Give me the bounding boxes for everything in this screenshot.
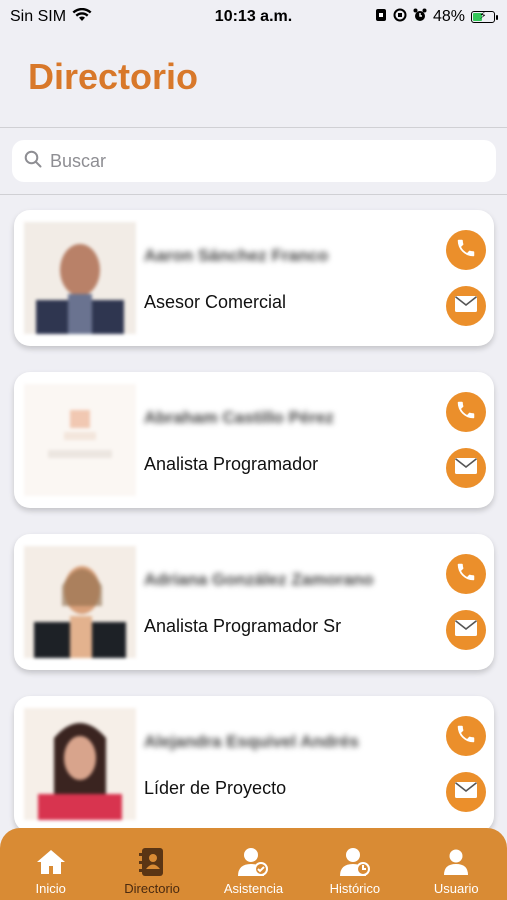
tab-label: Histórico: [329, 881, 381, 896]
battery-icon: ⚡: [471, 10, 498, 23]
contact-role: Analista Programador Sr: [144, 616, 342, 636]
mail-icon: [454, 295, 478, 318]
tab-bar: Inicio Directorio Asistencia Histórico U…: [0, 828, 507, 900]
contacts-book-icon: [139, 845, 165, 879]
contact-card[interactable]: Alejandra Esquivel Andrés Líder de Proye…: [14, 696, 494, 832]
email-button[interactable]: [446, 286, 486, 326]
call-button[interactable]: [446, 554, 486, 594]
phone-icon: [455, 561, 477, 588]
home-icon: [36, 845, 66, 879]
header: Directorio: [0, 34, 507, 128]
call-button[interactable]: [446, 392, 486, 432]
mail-icon: [454, 619, 478, 642]
status-right: 48% ⚡: [375, 8, 498, 27]
email-button[interactable]: [446, 772, 486, 812]
contact-role: Asesor Comercial: [144, 292, 287, 312]
contact-card[interactable]: Adriana González Zamorano Analista Progr…: [14, 534, 494, 670]
phone-icon: [455, 237, 477, 264]
status-bar: Sin SIM 10:13 a.m. 48% ⚡: [0, 0, 507, 34]
contact-name: Alejandra Esquivel Andrés: [144, 732, 359, 751]
contact-name: Aaron Sánchez Franco: [144, 246, 329, 265]
avatar: [24, 384, 136, 496]
phone-icon: [455, 723, 477, 750]
tab-label: Asistencia: [223, 881, 284, 896]
avatar: [24, 708, 136, 820]
email-button[interactable]: [446, 448, 486, 488]
search-input[interactable]: [50, 150, 470, 172]
email-button[interactable]: [446, 610, 486, 650]
tab-usuario[interactable]: Usuario: [406, 845, 506, 896]
status-left: Sin SIM: [10, 7, 92, 27]
contact-card[interactable]: Aaron Sánchez Franco Asesor Comercial: [14, 210, 494, 346]
contact-card[interactable]: Abraham Castillo Pérez Analista Programa…: [14, 372, 494, 508]
tab-label: Usuario: [433, 881, 479, 896]
portrait-lock-icon: [375, 8, 387, 27]
mail-icon: [454, 457, 478, 480]
tab-inicio[interactable]: Inicio: [1, 845, 101, 896]
orientation-lock-icon: [393, 8, 407, 27]
search-box[interactable]: [12, 140, 496, 182]
contact-name: Abraham Castillo Pérez: [144, 408, 334, 427]
user-check-icon: [237, 845, 269, 879]
mail-icon: [454, 781, 478, 804]
battery-percent: 48%: [432, 8, 465, 25]
tab-label: Inicio: [35, 881, 66, 896]
search-icon: [24, 150, 42, 173]
carrier-label: Sin SIM: [10, 8, 67, 25]
search-bar: [0, 128, 507, 195]
avatar: [24, 546, 136, 658]
page-title: Directorio: [28, 56, 199, 97]
tab-label: Directorio: [124, 881, 180, 896]
call-button[interactable]: [446, 230, 486, 270]
phone-icon: [455, 399, 477, 426]
avatar: [24, 222, 136, 334]
tab-historico[interactable]: Histórico: [305, 845, 405, 896]
contact-name: Adriana González Zamorano: [144, 570, 374, 589]
user-history-icon: [339, 845, 371, 879]
tab-directorio[interactable]: Directorio: [102, 845, 202, 896]
call-button[interactable]: [446, 716, 486, 756]
user-icon: [443, 845, 469, 879]
contact-role: Analista Programador: [144, 454, 319, 474]
tab-asistencia[interactable]: Asistencia: [203, 845, 303, 896]
alarm-icon: [413, 8, 427, 27]
wifi-icon: [72, 7, 92, 27]
contact-role: Líder de Proyecto: [144, 778, 287, 798]
